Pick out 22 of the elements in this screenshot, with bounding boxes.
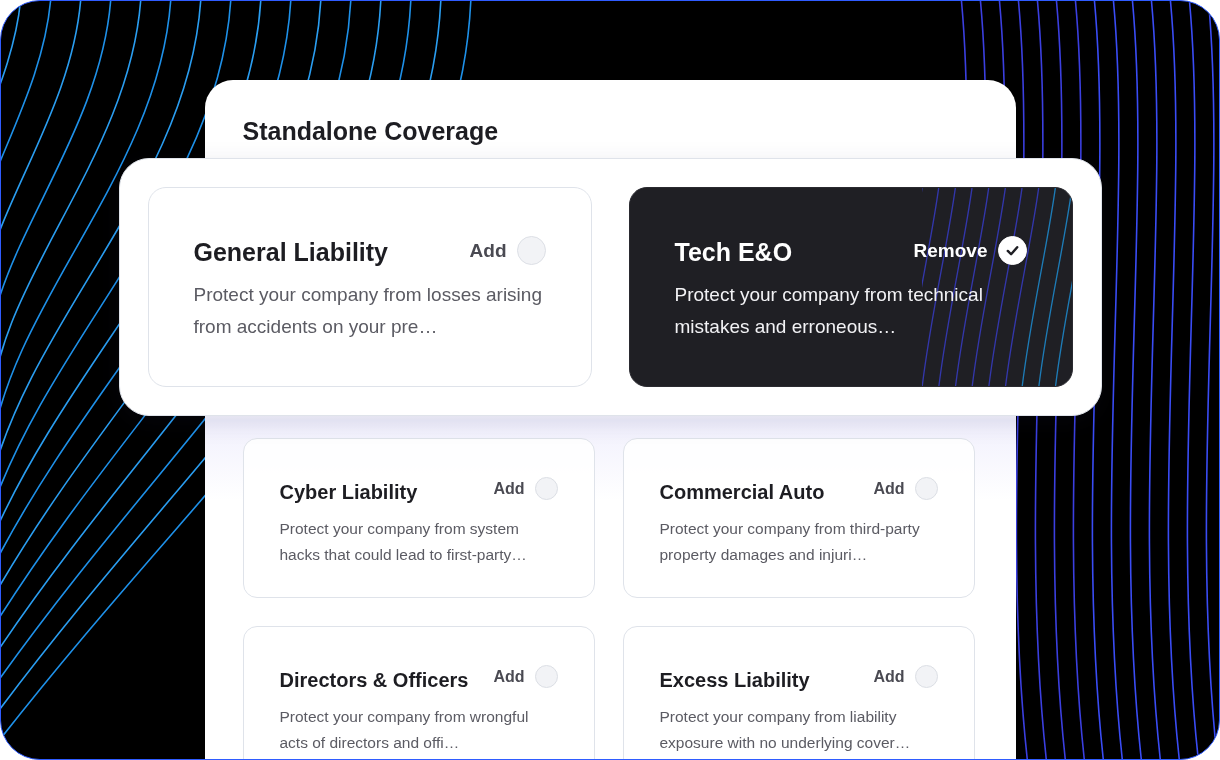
coverage-card[interactable]: Cyber Liability Add Protect your company from system hacks that could lead to first-party… — [242, 438, 595, 598]
coverage-title: General Liability — [193, 238, 388, 267]
coverage-description: Protect your company from wrongful acts of directors and offi… — [279, 707, 530, 753]
toggle-button[interactable]: Add — [493, 479, 525, 498]
coverage-card[interactable]: Directors & Officers Add Protect your company from wrongful acts of directors and offi… — [242, 626, 595, 759]
toggle-button[interactable]: Add — [873, 667, 905, 686]
coverage-title: Commercial Auto — [659, 481, 825, 504]
coverage-description: Protect your company from system hacks that could lead to first-party… — [279, 519, 528, 565]
coverage-title: Cyber Liability — [279, 481, 418, 504]
coverage-title: Directors & Officers — [279, 669, 469, 692]
coverage-description: Protect your company from losses arising from accidents on your pre… — [193, 283, 543, 339]
panel-title: Standalone Coverage — [242, 116, 500, 146]
toggle-button[interactable]: Add — [873, 479, 905, 498]
coverage-card[interactable]: General Liability Add Protect your company from losses arising from accidents on your pre… — [147, 187, 592, 387]
toggle-button[interactable]: Add — [493, 667, 525, 686]
coverage-card[interactable]: Commercial Auto Add Protect your company from third-party property damages and injuri… — [622, 438, 975, 598]
coverage-description: Protect your company from liability exposure with no underlying cover… — [659, 707, 912, 753]
coverage-title: Excess Liability — [659, 669, 810, 692]
coverage-title: Tech E&O — [674, 238, 793, 267]
coverage-card[interactable]: Excess Liability Add Protect your company from liability exposure with no underlying cover… — [622, 626, 975, 759]
coverage-description: Protect your company from third-party property damages and injuri… — [659, 519, 921, 565]
toggle-button[interactable]: Add — [469, 239, 507, 262]
